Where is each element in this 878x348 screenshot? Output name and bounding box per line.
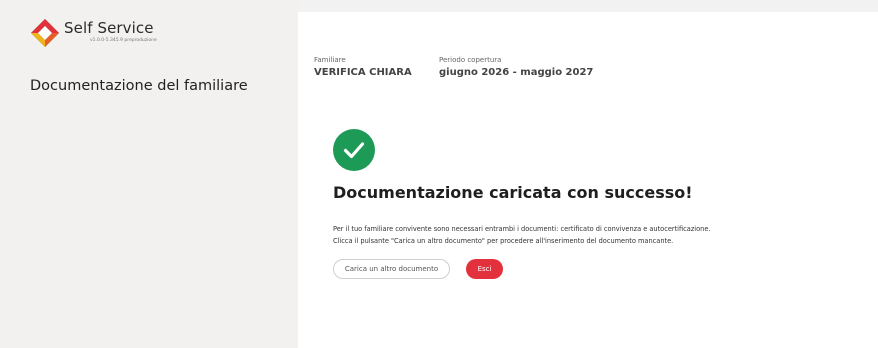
app-name: Self Service — [64, 19, 154, 37]
page-title: Documentazione del familiare — [30, 78, 248, 94]
main-content — [298, 12, 878, 348]
exit-button[interactable]: Esci — [466, 259, 503, 279]
top-strip — [298, 0, 878, 12]
periodo-value: giugno 2026 - maggio 2027 — [439, 67, 594, 78]
familiare-value: VERIFICA CHIARA — [314, 67, 412, 78]
app-version: v1.0.0-5.345.9 preproduzione — [90, 38, 157, 43]
success-title: Documentazione caricata con successo! — [333, 183, 693, 202]
sidebar: Self Service v1.0.0-5.345.9 preproduzion… — [0, 0, 298, 348]
periodo-label: Periodo copertura — [439, 56, 502, 64]
success-message-line1: Per il tuo familiare convivente sono nec… — [333, 225, 711, 233]
success-message-line2: Clicca il pulsante "Carica un altro docu… — [333, 237, 674, 245]
upload-another-button[interactable]: Carica un altro documento — [333, 259, 450, 279]
diamond-logo-icon[interactable] — [30, 18, 60, 48]
check-circle-icon — [333, 129, 375, 171]
familiare-label: Familiare — [314, 56, 346, 64]
